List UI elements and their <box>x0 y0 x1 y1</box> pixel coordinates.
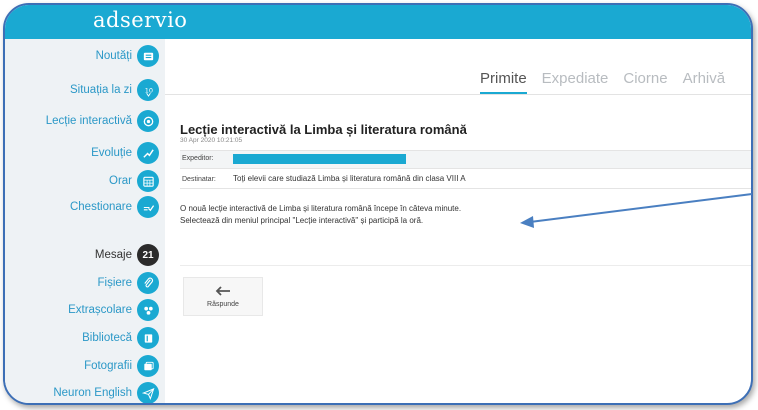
sidebar-item-situatia[interactable]: Situația la zi 10 <box>70 77 159 103</box>
news-icon <box>137 45 159 67</box>
message-body-line: Selectează din meniul principal "Lecție … <box>180 216 424 225</box>
sender-label: Expeditor: <box>182 155 214 162</box>
tab-expediate[interactable]: Expediate <box>542 70 609 94</box>
sidebar-item-evolutie[interactable]: Evoluție <box>91 140 159 166</box>
svg-text:10: 10 <box>144 86 152 94</box>
trend-chart-icon <box>137 142 159 164</box>
sidebar-item-label: Evoluție <box>91 147 132 159</box>
messages-badge: 21 <box>137 244 159 266</box>
body-divider <box>180 265 751 266</box>
message-tabs: Primite Expediate Ciorne Arhivă <box>480 70 740 94</box>
sidebar-item-label: Chestionare <box>69 201 132 213</box>
message-title: Lecție interactivă la Limba și literatur… <box>180 122 467 137</box>
sender-row: Expeditor: <box>180 150 751 169</box>
sidebar-item-mesaje[interactable]: Mesaje 21 <box>95 242 159 268</box>
sidebar-item-lectie-interactiva[interactable]: Lecție interactivă <box>46 108 159 134</box>
sidebar-item-label: Situația la zi <box>69 84 132 96</box>
sidebar-item-biblioteca[interactable]: Bibliotecă <box>82 325 159 351</box>
message-body-line: O nouă lecție interactivă de Limba și li… <box>180 204 462 213</box>
message-body: O nouă lecție interactivă de Limba și li… <box>180 203 461 227</box>
sidebar-item-label: Mesaje <box>94 249 132 261</box>
sidebar-item-label: Orar <box>109 175 132 187</box>
arrow-left-icon <box>215 286 230 296</box>
main-content: Primite Expediate Ciorne Arhivă Lecție i… <box>165 39 751 403</box>
recipient-value: Toți elevii care studiază Limba și liter… <box>233 174 466 183</box>
recipient-row: Destinatar: Toți elevii care studiază Li… <box>180 172 751 189</box>
tabs-divider <box>165 94 751 95</box>
sender-name-redacted <box>233 154 406 164</box>
sidebar: Noutăți Situația la zi 10 Lecție interac… <box>5 39 165 403</box>
sidebar-item-fotografii[interactable]: Fotografii <box>84 353 159 379</box>
sidebar-item-label: Bibliotecă <box>82 332 132 344</box>
paper-plane-icon <box>137 382 159 403</box>
sidebar-item-neuron-english[interactable]: Neuron English <box>53 380 159 403</box>
reply-label: Răspunde <box>207 301 239 308</box>
top-bar: adservio <box>5 5 751 39</box>
recipient-label: Destinatar: <box>182 176 216 183</box>
book-icon <box>137 327 159 349</box>
screenshot-frame: adservio Noutăți Situația la zi 10 Lecți… <box>3 3 753 405</box>
sidebar-item-label: Fotografii <box>84 360 132 372</box>
calendar-icon <box>137 170 159 192</box>
sidebar-item-label: Noutăți <box>95 50 132 62</box>
sidebar-item-label: Extrașcolare <box>68 304 132 316</box>
grade-icon: 10 <box>137 79 159 101</box>
sidebar-item-extrascolare[interactable]: Extrașcolare <box>68 297 159 323</box>
tab-primite[interactable]: Primite <box>480 70 527 94</box>
tab-ciorne[interactable]: Ciorne <box>623 70 667 94</box>
sidebar-item-chestionare[interactable]: Chestionare <box>70 194 159 220</box>
app-logo[interactable]: adservio <box>93 8 187 32</box>
reply-button[interactable]: Răspunde <box>183 277 263 316</box>
tab-arhiva[interactable]: Arhivă <box>683 70 726 94</box>
sidebar-item-fisiere[interactable]: Fișiere <box>97 270 159 296</box>
sidebar-item-label: Lecție interactivă <box>45 115 132 127</box>
sidebar-item-noutati[interactable]: Noutăți <box>96 43 159 69</box>
survey-icon <box>137 196 159 218</box>
sidebar-item-label: Neuron English <box>53 387 132 399</box>
paperclip-icon <box>137 272 159 294</box>
photos-icon <box>137 355 159 377</box>
interactive-lesson-icon <box>137 110 159 132</box>
sidebar-item-label: Fișiere <box>97 277 132 289</box>
activities-icon <box>137 299 159 321</box>
message-date: 30 Apr 2020 10:21:05 <box>180 137 243 144</box>
sidebar-item-orar[interactable]: Orar <box>109 168 159 194</box>
